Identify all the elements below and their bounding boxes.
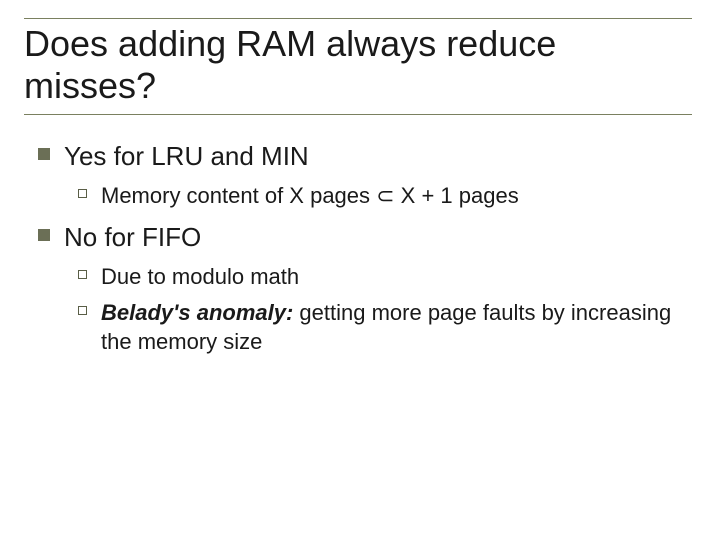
subbullet-memory-content: Memory content of X pages ⊂ X + 1 pages bbox=[38, 178, 692, 214]
belady-term: Belady's anomaly: bbox=[101, 300, 293, 325]
hollow-square-bullet-icon bbox=[78, 306, 87, 315]
bullet-text: Yes for LRU and MIN bbox=[64, 139, 309, 174]
hollow-square-bullet-icon bbox=[78, 270, 87, 279]
bullet-text: No for FIFO bbox=[64, 220, 201, 255]
square-bullet-icon bbox=[38, 229, 50, 241]
subbullet-text: Memory content of X pages ⊂ X + 1 pages bbox=[101, 181, 519, 211]
subbullet-belady: Belady's anomaly: getting more page faul… bbox=[38, 295, 692, 360]
slide-body: Yes for LRU and MIN Memory content of X … bbox=[28, 133, 692, 360]
subbullet-modulo: Due to modulo math bbox=[38, 259, 692, 295]
title-wrap: Does adding RAM always reduce misses? bbox=[24, 18, 692, 115]
slide-title: Does adding RAM always reduce misses? bbox=[24, 19, 692, 108]
slide: Does adding RAM always reduce misses? Ye… bbox=[0, 0, 720, 540]
square-bullet-icon bbox=[38, 148, 50, 160]
hollow-square-bullet-icon bbox=[78, 189, 87, 198]
subbullet-text: Belady's anomaly: getting more page faul… bbox=[101, 298, 692, 357]
subbullet-text: Due to modulo math bbox=[101, 262, 299, 292]
bullet-no-fifo: No for FIFO bbox=[38, 214, 692, 259]
bullet-yes-lru-min: Yes for LRU and MIN bbox=[38, 133, 692, 178]
